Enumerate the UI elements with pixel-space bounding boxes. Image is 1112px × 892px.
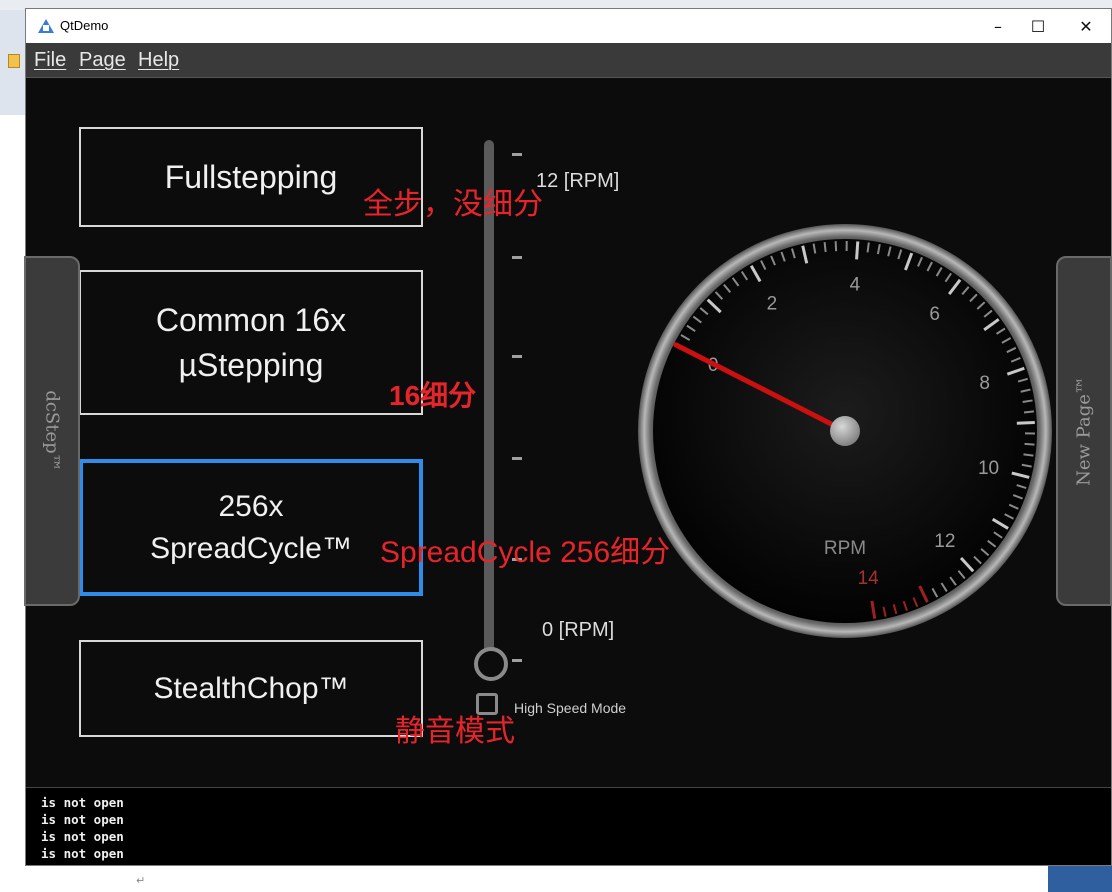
menu-page-mnemonic: P <box>79 49 93 71</box>
menu-page-label: age <box>92 49 126 71</box>
high-speed-label: High Speed Mode <box>514 700 627 716</box>
spreadcycle-label-line2: SpreadCycle™ <box>150 531 352 565</box>
gauge-major-tick <box>855 241 860 260</box>
new-page-tab[interactable]: New Page™ <box>1056 256 1112 606</box>
background-taskbar-corner <box>1048 862 1112 892</box>
annotation-fullstep: 全步，没细分 <box>363 187 543 222</box>
menu-bar: File Page Help <box>26 43 1111 78</box>
stealthchop-label: StealthChop™ <box>153 671 349 705</box>
log-line: is not open <box>41 829 124 844</box>
gauge-major-tick <box>1016 420 1035 425</box>
gauge-minor-tick <box>866 242 870 253</box>
window-title: QtDemo <box>60 18 109 33</box>
log-line: is not open <box>41 846 124 861</box>
gauge-hub <box>830 416 860 446</box>
spreadcycle-button[interactable]: 256x SpreadCycle™ <box>79 459 423 596</box>
speed-slider-handle[interactable] <box>474 647 508 681</box>
annotation-stealthchop: 静音模式 <box>395 714 515 749</box>
app-window: QtDemo – ☐ ✕ File Page Help Fullstepping… <box>24 8 1112 866</box>
log-line: is not open <box>41 795 124 810</box>
gauge-scale-label: 12 <box>934 531 955 552</box>
gauge-scale-label: 8 <box>979 373 990 394</box>
folder-icon <box>8 54 20 68</box>
gauge-scale-label: 6 <box>929 304 940 325</box>
gauge-minor-tick <box>1023 410 1035 414</box>
background-document-margin <box>0 10 26 115</box>
menu-help-label: elp <box>152 49 180 71</box>
spreadcycle-label-line1: 256x <box>218 489 284 523</box>
menu-file[interactable]: File <box>34 49 66 72</box>
gauge-scale-label: 14 <box>858 568 880 589</box>
new-page-tab-label: New Page™ <box>1073 376 1095 486</box>
slider-tick <box>512 355 522 358</box>
menu-help-mnemonic: H <box>138 49 153 71</box>
slider-min-label: 0 [RPM] <box>542 619 615 641</box>
slider-tick <box>512 457 522 460</box>
gauge-unit-label: RPM <box>824 538 866 559</box>
log-console: is not open is not open is not open is n… <box>26 787 1111 865</box>
close-button[interactable]: ✕ <box>1063 9 1109 43</box>
qt-app-icon <box>38 19 54 33</box>
menu-file-mnemonic: F <box>34 49 47 71</box>
rpm-gauge: 02468101214 RPM <box>638 224 1052 638</box>
annotation-16x: 16细分 <box>389 380 477 411</box>
dcstep-tab[interactable]: dcStep™ <box>24 256 80 606</box>
gauge-scale-label: 4 <box>850 274 861 295</box>
slider-tick <box>512 256 522 259</box>
slider-tick <box>512 153 522 156</box>
gauge-scale-label: 2 <box>767 293 778 314</box>
maximize-button[interactable]: ☐ <box>1015 9 1061 43</box>
gauge-scale-label: 10 <box>978 458 999 479</box>
slider-max-label: 12 [RPM] <box>536 170 620 192</box>
microstepping-button[interactable]: Common 16x µStepping <box>79 270 423 415</box>
stealthchop-button[interactable]: StealthChop™ <box>79 640 423 737</box>
log-line: is not open <box>41 812 124 827</box>
microstepping-label-line1: Common 16x <box>155 301 347 338</box>
gauge-minor-tick <box>1023 453 1034 457</box>
title-bar: QtDemo – ☐ ✕ <box>26 9 1111 43</box>
gauge-minor-tick <box>1024 442 1035 446</box>
gauge-minor-tick <box>823 241 827 253</box>
microstepping-label-line2: µStepping <box>178 346 324 383</box>
menu-page[interactable]: Page <box>79 49 126 72</box>
dcstep-tab-label: dcStep™ <box>41 390 63 472</box>
slider-tick <box>512 659 522 662</box>
fullstepping-label: Fullstepping <box>164 158 338 195</box>
menu-file-label: ile <box>46 49 67 71</box>
menu-help[interactable]: Help <box>138 49 179 72</box>
annotation-spreadcycle: SpreadCycle 256细分 <box>380 536 671 569</box>
paragraph-mark-icon: ↵ <box>136 874 146 887</box>
